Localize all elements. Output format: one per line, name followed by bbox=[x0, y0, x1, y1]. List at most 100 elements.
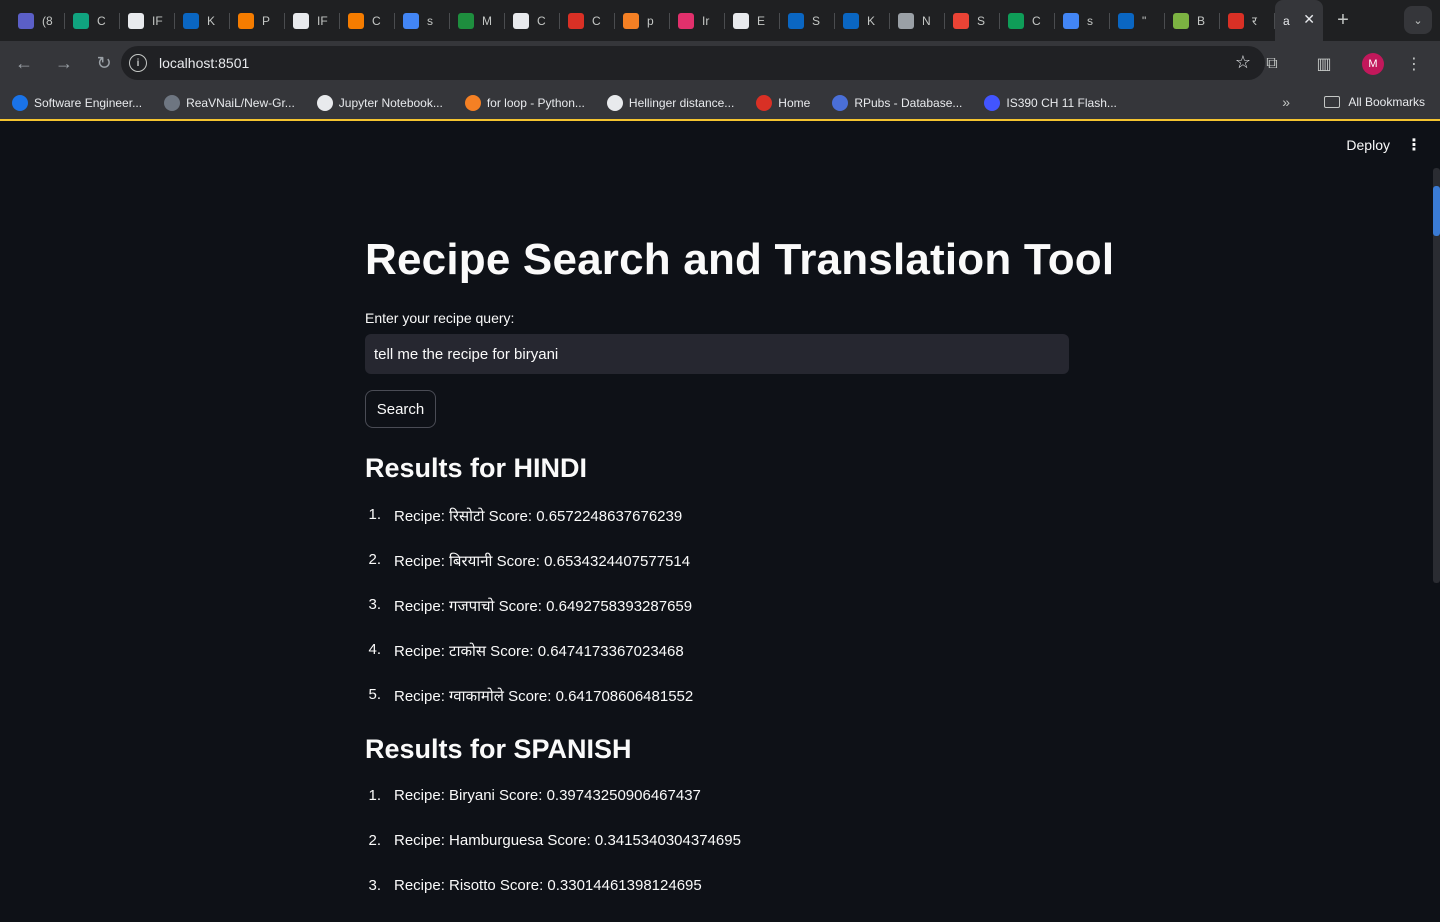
browser-tab[interactable]: S bbox=[780, 0, 835, 41]
bookmark-favicon-icon bbox=[164, 94, 181, 111]
more-bookmarks-icon[interactable]: » bbox=[1282, 94, 1290, 110]
bookmark-favicon-icon bbox=[606, 94, 623, 111]
result-list: 1. Recipe: Biryani Score: 0.3974325090646… bbox=[365, 787, 1069, 922]
address-bar[interactable]: i localhost:8501 ☆ bbox=[121, 46, 1265, 80]
result-item: 1. Recipe: Biryani Score: 0.3974325090646… bbox=[365, 787, 1069, 832]
browser-tab[interactable]: s bbox=[1055, 0, 1110, 41]
browser-tab[interactable]: (8 bbox=[10, 0, 65, 41]
browser-tab[interactable]: S bbox=[945, 0, 1000, 41]
tab-label: IF bbox=[152, 13, 163, 28]
tab-label: N bbox=[922, 13, 931, 28]
browser-tab[interactable]: C bbox=[1000, 0, 1055, 41]
tab-label: p bbox=[647, 13, 654, 28]
tab-label: C bbox=[537, 13, 546, 28]
bookmark-label: Home bbox=[778, 95, 811, 110]
browser-tab[interactable]: C bbox=[65, 0, 120, 41]
all-bookmarks-button[interactable]: All Bookmarks bbox=[1324, 95, 1425, 109]
browser-tab[interactable]: C bbox=[560, 0, 615, 41]
gmail-icon bbox=[953, 12, 969, 29]
deploy-button[interactable]: Deploy bbox=[1346, 137, 1390, 153]
sheets-icon bbox=[1008, 12, 1024, 29]
bookmark-label: Hellinger distance... bbox=[628, 95, 735, 110]
active-tab[interactable]: a ✕ bbox=[1275, 0, 1323, 41]
tab-label: P bbox=[262, 13, 271, 28]
url-text[interactable]: localhost:8501 bbox=[159, 55, 249, 71]
browser-tab[interactable]: K bbox=[175, 0, 230, 41]
scrollbar-thumb[interactable] bbox=[1433, 186, 1440, 236]
bookmark-item[interactable]: Jupyter Notebook... bbox=[316, 94, 443, 111]
site-info-icon[interactable]: i bbox=[129, 54, 147, 72]
browser-tab[interactable]: C bbox=[340, 0, 395, 41]
browser-tab[interactable]: IF bbox=[120, 0, 175, 41]
browser-tab[interactable]: C bbox=[505, 0, 560, 41]
browser-tab[interactable]: E bbox=[725, 0, 780, 41]
all-bookmarks-label: All Bookmarks bbox=[1348, 95, 1425, 109]
browser-tab[interactable]: K bbox=[835, 0, 890, 41]
result-item: 4. Recipe: टाकोस Score: 0.647417336702346… bbox=[365, 641, 1069, 686]
tab-label: K bbox=[207, 13, 216, 28]
browser-tab[interactable]: N bbox=[890, 0, 945, 41]
tab-label: E bbox=[757, 13, 766, 28]
bookmark-favicon-icon bbox=[12, 94, 28, 111]
tab-search-button[interactable]: ⌄ bbox=[1404, 6, 1432, 34]
linkedin-icon bbox=[1118, 12, 1134, 29]
browser-tab[interactable]: p bbox=[615, 0, 670, 41]
results-section-spanish: Results for SPANISH 1. Recipe: Biryani Sc… bbox=[365, 734, 1069, 922]
browser-tab[interactable]: P bbox=[230, 0, 285, 41]
recipe-query-input[interactable] bbox=[365, 334, 1069, 374]
tab-label: M bbox=[482, 13, 492, 28]
app-container: Deploy ⋮ Recipe Search and Translation T… bbox=[0, 123, 1440, 900]
tab-label: C bbox=[372, 13, 381, 28]
bookmark-favicon-icon bbox=[316, 94, 333, 111]
bookmark-list: Software Engineer... ReaVNaiL/New-Gr... Ju… bbox=[12, 94, 1139, 111]
bookmark-item[interactable]: RPubs - Database... bbox=[832, 94, 962, 111]
result-text: Recipe: Risotto Score: 0.330144613981246… bbox=[394, 877, 702, 894]
tab-label: C bbox=[592, 13, 601, 28]
browser-tab[interactable]: M bbox=[450, 0, 505, 41]
browser-tab[interactable]: B bbox=[1165, 0, 1220, 41]
back-button[interactable]: ← bbox=[6, 46, 42, 82]
browser-tab[interactable]: Ir bbox=[670, 0, 725, 41]
browser-tab[interactable]: s bbox=[395, 0, 450, 41]
new-tab-button[interactable]: + bbox=[1323, 0, 1363, 41]
bookmark-item[interactable]: for loop - Python... bbox=[464, 94, 585, 111]
reload-button[interactable]: ↻ bbox=[86, 46, 122, 82]
extensions-icon[interactable]: ⧉ bbox=[1254, 46, 1290, 82]
tab-label: s bbox=[427, 13, 433, 28]
result-number: 4. bbox=[368, 641, 381, 658]
instagram-icon bbox=[678, 12, 694, 29]
bookmark-favicon-icon bbox=[984, 94, 1001, 111]
tab-list: (8 C IF K P IF Cs M C Cp Ir E S K N S Cs " B र bbox=[10, 0, 1275, 41]
tab-label: र bbox=[1252, 14, 1257, 28]
tab-label: S bbox=[977, 13, 986, 28]
close-tab-icon[interactable]: ✕ bbox=[1303, 11, 1315, 28]
linkedin-icon bbox=[788, 12, 804, 29]
bookmark-item[interactable]: Hellinger distance... bbox=[606, 94, 735, 111]
result-number: 2. bbox=[368, 551, 381, 568]
profile-avatar[interactable]: M bbox=[1362, 52, 1384, 75]
result-number: 2. bbox=[368, 832, 381, 849]
browser-tab[interactable]: " bbox=[1110, 0, 1165, 41]
forward-button[interactable]: → bbox=[46, 46, 82, 82]
bookmark-label: Software Engineer... bbox=[34, 95, 143, 110]
bookmark-item[interactable]: Home bbox=[756, 94, 811, 111]
result-number: 5. bbox=[368, 686, 381, 703]
c-icon bbox=[1228, 12, 1244, 29]
result-text: Recipe: बिरयानी Score: 0.653432440757751… bbox=[394, 553, 691, 570]
app-menu-icon[interactable]: ⋮ bbox=[1406, 135, 1422, 155]
notion-icon bbox=[733, 12, 749, 29]
browser-tab[interactable]: र bbox=[1220, 0, 1275, 41]
query-label: Enter your recipe query: bbox=[365, 310, 515, 326]
bookmark-item[interactable]: IS390 CH 11 Flash... bbox=[984, 94, 1117, 111]
linkedin-icon bbox=[183, 12, 199, 29]
bookmark-item[interactable]: Software Engineer... bbox=[12, 94, 143, 111]
browser-menu-icon[interactable]: ⋮ bbox=[1396, 46, 1432, 82]
bookmark-item[interactable]: ReaVNaiL/New-Gr... bbox=[164, 94, 295, 111]
search-button[interactable]: Search bbox=[365, 390, 436, 428]
browser-tab[interactable]: IF bbox=[285, 0, 340, 41]
pin-icon bbox=[458, 12, 474, 29]
side-panel-icon[interactable]: ▥ bbox=[1306, 46, 1342, 82]
tab-label: S bbox=[812, 13, 821, 28]
result-number: 1. bbox=[368, 787, 381, 804]
chatgpt-icon bbox=[73, 12, 89, 29]
